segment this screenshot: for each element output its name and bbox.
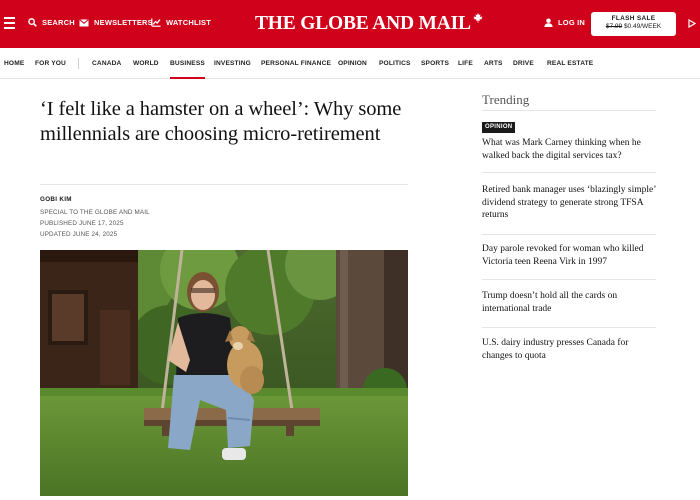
- article-photo: [40, 250, 408, 496]
- newsletters-label: NEWSLETTERS: [94, 18, 153, 27]
- flash-sale-new-price: $0.49/WEEK: [623, 23, 662, 30]
- trending-divider: [482, 234, 656, 235]
- opinion-badge: OPINION: [482, 122, 516, 133]
- author-name[interactable]: GOBI KIM: [40, 196, 72, 203]
- nav-home[interactable]: HOME: [4, 60, 24, 67]
- trending-title: Trending: [482, 92, 530, 107]
- hamburger-icon[interactable]: [4, 17, 15, 29]
- nav-personal-finance[interactable]: PERSONAL FINANCE: [261, 60, 331, 67]
- trending-divider: [482, 327, 656, 328]
- nav-opinion[interactable]: OPINION: [338, 60, 367, 67]
- site-logo[interactable]: THE GLOBE AND MAIL: [255, 13, 483, 35]
- article-headline: ‘I felt like a hamster on a wheel’: Why …: [40, 98, 402, 145]
- search-icon: [28, 18, 37, 27]
- maple-leaf-icon: [473, 13, 483, 23]
- nav-arts[interactable]: ARTS: [484, 60, 503, 67]
- updated-date: UPDATED JUNE 24, 2025: [40, 231, 118, 238]
- logo-text: THE GLOBE AND MAIL: [255, 13, 471, 34]
- search-label: SEARCH: [42, 18, 75, 27]
- mail-icon: [79, 18, 89, 26]
- trending-item[interactable]: Trump doesn’t hold all the cards on inte…: [482, 290, 658, 315]
- login-label: LOG IN: [558, 18, 586, 27]
- trending-divider: [482, 110, 656, 111]
- nav-real-estate[interactable]: REAL ESTATE: [547, 60, 593, 67]
- nav-sports[interactable]: SPORTS: [421, 60, 449, 67]
- published-date: PUBLISHED JUNE 17, 2025: [40, 220, 124, 227]
- trending-divider: [482, 279, 656, 280]
- user-icon: [544, 18, 553, 27]
- section-nav: HOME FOR YOU CANADA WORLD BUSINESS INVES…: [0, 48, 700, 79]
- nav-investing[interactable]: INVESTING: [214, 60, 251, 67]
- play-icon[interactable]: [688, 19, 696, 28]
- newsletters-button[interactable]: NEWSLETTERS: [79, 18, 153, 27]
- trending-item[interactable]: Retired bank manager uses ‘blazingly sim…: [482, 184, 658, 222]
- chart-line-icon: [151, 18, 161, 27]
- byline-role: SPECIAL TO THE GLOBE AND MAIL: [40, 209, 150, 216]
- byline-divider: [40, 184, 408, 185]
- nav-drive[interactable]: DRIVE: [513, 60, 534, 67]
- top-bar: SEARCH NEWSLETTERS WATCHLIST THE GLOBE A…: [0, 0, 700, 48]
- nav-life[interactable]: LIFE: [458, 60, 473, 67]
- nav-world[interactable]: WORLD: [133, 60, 159, 67]
- flash-sale-old-price: $7.99: [605, 23, 623, 30]
- login-button[interactable]: LOG IN: [544, 18, 585, 27]
- watchlist-label: WATCHLIST: [166, 18, 211, 27]
- flash-sale-price: $7.99 $0.49/WEEK: [591, 23, 676, 31]
- trending-item[interactable]: What was Mark Carney thinking when he wa…: [482, 137, 658, 162]
- nav-business[interactable]: BUSINESS: [170, 60, 205, 79]
- nav-for-you[interactable]: FOR YOU: [35, 60, 66, 67]
- flash-sale-title: FLASH SALE: [611, 15, 656, 22]
- nav-canada[interactable]: CANADA: [92, 60, 121, 67]
- nav-politics[interactable]: POLITICS: [379, 60, 411, 67]
- nav-divider: [78, 58, 79, 69]
- flash-sale-button[interactable]: FLASH SALE $7.99 $0.49/WEEK: [591, 12, 676, 36]
- watchlist-button[interactable]: WATCHLIST: [151, 18, 211, 27]
- trending-divider: [482, 172, 656, 173]
- trending-item[interactable]: Day parole revoked for woman who killed …: [482, 243, 658, 268]
- search-button[interactable]: SEARCH: [28, 18, 75, 27]
- trending-item[interactable]: U.S. dairy industry presses Canada for c…: [482, 337, 658, 362]
